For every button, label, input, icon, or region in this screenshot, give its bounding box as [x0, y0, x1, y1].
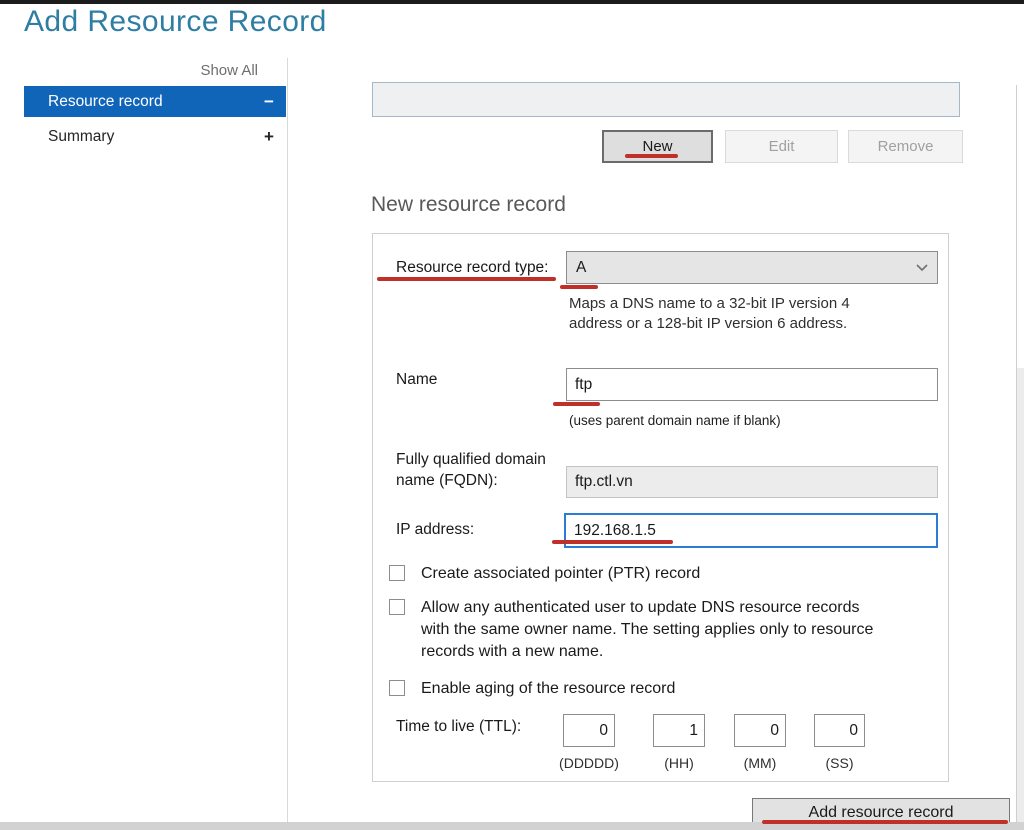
sidebar-item-resource-record[interactable]: Resource record −: [24, 86, 286, 117]
ptr-record-row: Create associated pointer (PTR) record: [389, 563, 700, 585]
remove-button[interactable]: Remove: [848, 130, 963, 163]
new-button[interactable]: New: [602, 130, 713, 163]
show-all-link[interactable]: Show All: [24, 62, 258, 79]
ttl-seconds-input[interactable]: [814, 714, 865, 747]
sidebar-divider: [287, 58, 288, 822]
collapse-minus-icon[interactable]: −: [252, 92, 286, 112]
ttl-hours-input[interactable]: [653, 714, 705, 747]
edit-button[interactable]: Edit: [725, 130, 838, 163]
annotation-underline-name-value: [553, 402, 600, 406]
window-top-edge: [0, 0, 1024, 4]
enable-aging-label: Enable aging of the resource record: [421, 678, 675, 700]
annotation-underline-new: [625, 154, 678, 158]
resource-records-listbox[interactable]: [372, 82, 960, 117]
ttl-minutes-unit: (MM): [734, 755, 786, 771]
enable-aging-row: Enable aging of the resource record: [389, 678, 675, 700]
page-title: Add Resource Record: [24, 5, 327, 39]
ttl-minutes-input[interactable]: [734, 714, 786, 747]
record-type-label: Resource record type:: [396, 259, 549, 277]
annotation-underline-type-value: [560, 285, 598, 289]
annotation-underline-ip-value: [552, 540, 673, 544]
allow-update-row: Allow any authenticated user to update D…: [389, 597, 873, 663]
new-resource-record-panel: Resource record type: A Maps a DNS name …: [372, 233, 949, 782]
annotation-underline-type-label: [377, 277, 556, 281]
record-type-dropdown[interactable]: A: [566, 251, 938, 284]
allow-update-checkbox[interactable]: [389, 599, 405, 615]
ttl-days-input[interactable]: [563, 714, 615, 747]
right-pane-fill: [1017, 368, 1024, 822]
ttl-hours-unit: (HH): [653, 755, 705, 771]
name-input[interactable]: [566, 368, 938, 401]
record-type-value: A: [576, 259, 916, 277]
sidebar-item-summary[interactable]: Summary +: [24, 122, 286, 152]
ip-address-label: IP address:: [396, 521, 474, 539]
ttl-seconds-unit: (SS): [814, 755, 865, 771]
enable-aging-checkbox[interactable]: [389, 680, 405, 696]
ttl-label: Time to live (TTL):: [396, 718, 521, 736]
add-resource-record-page: Add Resource Record Show All Resource re…: [0, 0, 1024, 830]
form-heading: New resource record: [371, 193, 566, 217]
annotation-underline-add-button: [762, 820, 1008, 824]
ttl-days-unit: (DDDDD): [555, 755, 623, 771]
fqdn-input: [566, 466, 938, 498]
name-label: Name: [396, 371, 437, 389]
sidebar-item-label: Summary: [24, 128, 252, 146]
ptr-record-checkbox[interactable]: [389, 565, 405, 581]
allow-update-label: Allow any authenticated user to update D…: [421, 597, 873, 663]
expand-plus-icon[interactable]: +: [252, 127, 286, 147]
ptr-record-label: Create associated pointer (PTR) record: [421, 563, 700, 585]
record-type-help: Maps a DNS name to a 32-bit IP version 4…: [569, 294, 850, 334]
name-hint: (uses parent domain name if blank): [569, 413, 781, 428]
fqdn-label: Fully qualified domain name (FQDN):: [396, 449, 546, 491]
chevron-down-icon: [916, 264, 928, 272]
sidebar-item-label: Resource record: [24, 93, 252, 111]
